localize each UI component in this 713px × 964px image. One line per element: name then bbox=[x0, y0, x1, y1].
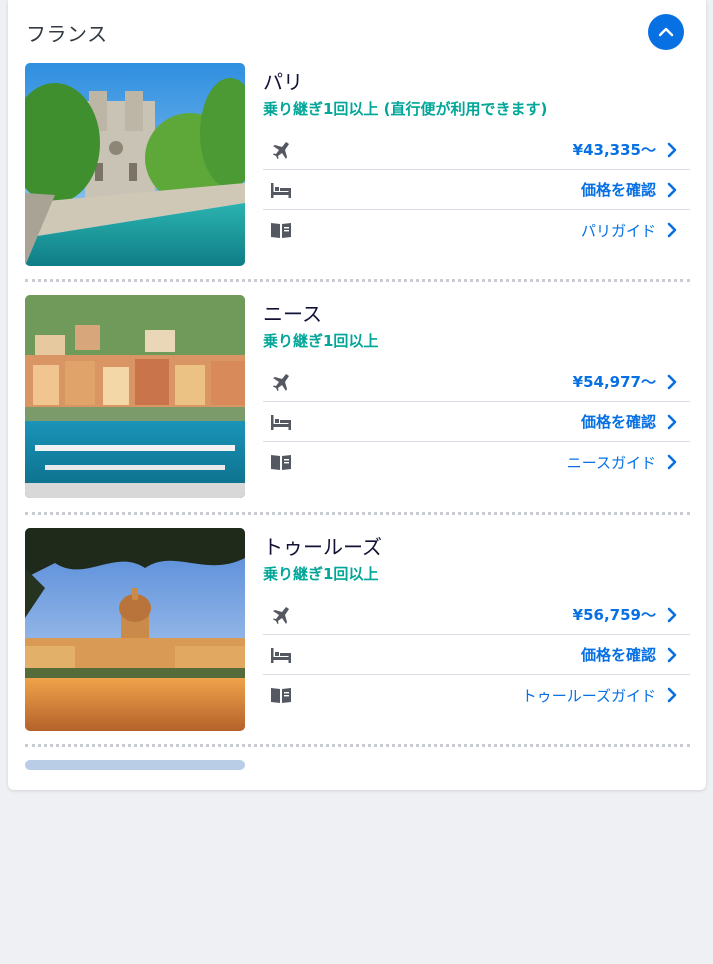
flight-row[interactable]: ¥54,977〜 bbox=[263, 362, 690, 402]
destination-card: トゥールーズ 乗り継ぎ1回以上 ¥56,759〜 価格を確認 トゥールーズガイド bbox=[25, 528, 690, 732]
chevron-right-icon bbox=[667, 607, 677, 623]
divider bbox=[25, 512, 690, 515]
guide-book-icon bbox=[263, 218, 299, 242]
city-guide-link[interactable]: パリガイド bbox=[581, 220, 656, 241]
divider bbox=[25, 279, 690, 282]
destination-card bbox=[25, 760, 690, 964]
hotel-row[interactable]: 価格を確認 bbox=[263, 635, 690, 675]
city-name[interactable]: パリ bbox=[263, 67, 690, 97]
guide-book-icon bbox=[263, 450, 299, 474]
guide-row[interactable]: パリガイド bbox=[263, 210, 690, 250]
destination-image[interactable] bbox=[25, 528, 245, 731]
collapse-button[interactable] bbox=[648, 14, 684, 50]
flight-row[interactable]: ¥43,335〜 bbox=[263, 130, 690, 170]
guide-row[interactable]: ニースガイド bbox=[263, 442, 690, 482]
city-name[interactable]: ニース bbox=[263, 299, 690, 329]
hotel-row[interactable]: 価格を確認 bbox=[263, 170, 690, 210]
plane-icon bbox=[263, 603, 299, 627]
chevron-right-icon bbox=[667, 687, 677, 703]
divider bbox=[25, 744, 690, 747]
chevron-up-icon bbox=[658, 27, 674, 37]
stops-info: 乗り継ぎ1回以上 bbox=[263, 565, 379, 583]
city-guide-link[interactable]: トゥールーズガイド bbox=[522, 685, 656, 706]
plane-icon bbox=[263, 370, 299, 394]
plane-icon bbox=[263, 138, 299, 162]
flight-row[interactable]: ¥56,759〜 bbox=[263, 595, 690, 635]
city-guide-link[interactable]: ニースガイド bbox=[567, 452, 656, 473]
flight-price[interactable]: ¥56,759〜 bbox=[573, 604, 656, 625]
city-name[interactable]: トゥールーズ bbox=[263, 532, 690, 562]
hotel-check-price[interactable]: 価格を確認 bbox=[581, 179, 656, 200]
hotel-check-price[interactable]: 価格を確認 bbox=[581, 411, 656, 432]
chevron-right-icon bbox=[667, 374, 677, 390]
bed-icon bbox=[263, 410, 299, 434]
stops-info: 乗り継ぎ1回以上 (直行便が利用できます) bbox=[263, 100, 548, 118]
destination-image[interactable] bbox=[25, 295, 245, 498]
chevron-right-icon bbox=[667, 222, 677, 238]
chevron-right-icon bbox=[667, 454, 677, 470]
chevron-right-icon bbox=[667, 414, 677, 430]
guide-row[interactable]: トゥールーズガイド bbox=[263, 675, 690, 715]
stops-info: 乗り継ぎ1回以上 bbox=[263, 332, 379, 350]
country-card: フランス パリ 乗り継ぎ1回以上 (直行便が利用できます) ¥43,335〜 価… bbox=[8, 0, 706, 790]
destination-image[interactable] bbox=[25, 63, 245, 266]
guide-book-icon bbox=[263, 683, 299, 707]
destination-card: ニース 乗り継ぎ1回以上 ¥54,977〜 価格を確認 ニースガイド bbox=[25, 295, 690, 499]
chevron-right-icon bbox=[667, 182, 677, 198]
destination-image[interactable] bbox=[25, 760, 245, 770]
bed-icon bbox=[263, 643, 299, 667]
country-title: フランス bbox=[26, 22, 108, 46]
chevron-right-icon bbox=[667, 142, 677, 158]
hotel-row[interactable]: 価格を確認 bbox=[263, 402, 690, 442]
chevron-right-icon bbox=[667, 647, 677, 663]
hotel-check-price[interactable]: 価格を確認 bbox=[581, 644, 656, 665]
flight-price[interactable]: ¥43,335〜 bbox=[573, 139, 656, 160]
destination-card: パリ 乗り継ぎ1回以上 (直行便が利用できます) ¥43,335〜 価格を確認 bbox=[25, 63, 690, 267]
bed-icon bbox=[263, 178, 299, 202]
flight-price[interactable]: ¥54,977〜 bbox=[573, 371, 656, 392]
